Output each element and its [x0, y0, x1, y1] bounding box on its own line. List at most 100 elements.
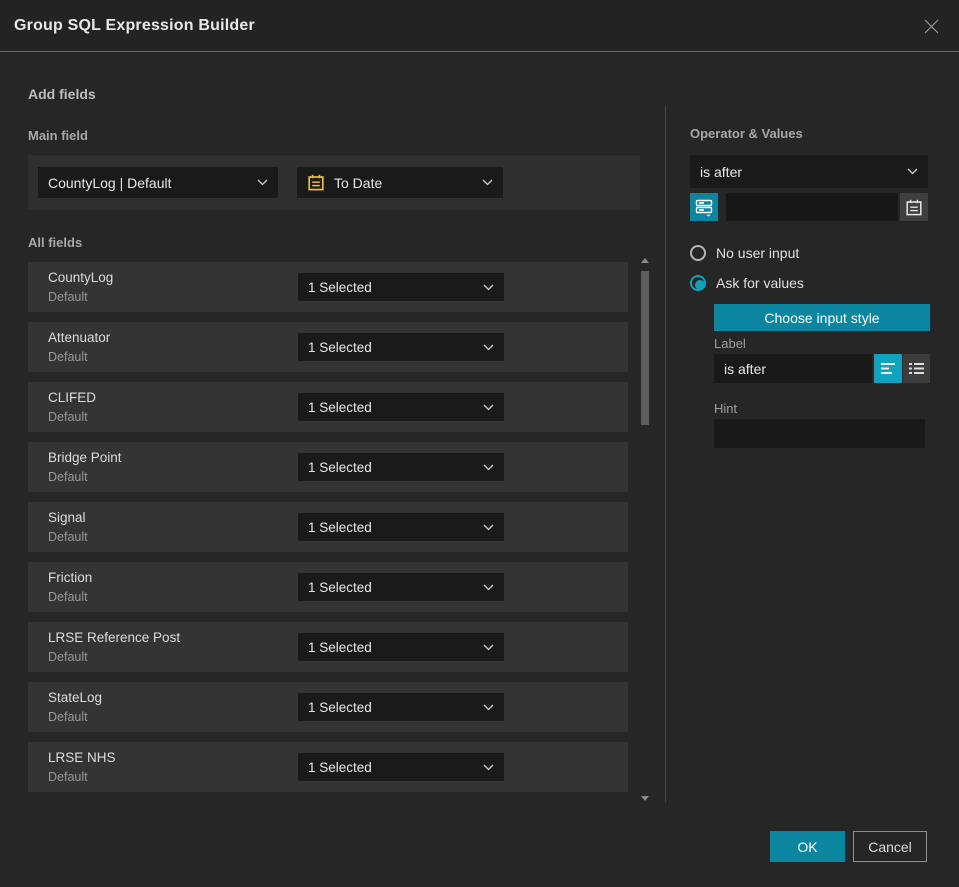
field-selected-dropdown[interactable]: 1 Selected [298, 753, 504, 781]
close-button[interactable] [921, 16, 941, 36]
input-type-button[interactable] [690, 193, 718, 221]
field-selected-value: 1 Selected [308, 759, 372, 775]
field-name: StateLog [48, 690, 103, 705]
chevron-down-icon [483, 344, 494, 351]
all-fields-list: CountyLog Default 1 Selected Attenuator … [28, 262, 628, 792]
field-selected-dropdown[interactable]: 1 Selected [298, 513, 504, 541]
field-row: StateLog Default 1 Selected [28, 682, 628, 732]
group-sql-expression-builder-dialog: Group SQL Expression Builder Add fields … [0, 0, 959, 887]
operator-values-heading: Operator & Values [690, 126, 803, 141]
radio-ask-for-values[interactable]: Ask for values [690, 275, 804, 291]
field-row: LRSE Reference Post Default 1 Selected [28, 622, 628, 672]
field-selected-value: 1 Selected [308, 399, 372, 415]
choose-input-style-button[interactable]: Choose input style [714, 304, 930, 331]
calendar-icon [906, 199, 922, 215]
field-row: Signal Default 1 Selected [28, 502, 628, 552]
field-selected-dropdown[interactable]: 1 Selected [298, 633, 504, 661]
field-subtitle: Default [48, 770, 88, 784]
chevron-down-icon [483, 464, 494, 471]
field-selected-dropdown[interactable]: 1 Selected [298, 273, 504, 301]
field-selected-value: 1 Selected [308, 519, 372, 535]
radio-circle-icon [690, 245, 706, 261]
field-selected-dropdown[interactable]: 1 Selected [298, 333, 504, 361]
close-icon [924, 19, 938, 33]
main-field-dropdown-value: CountyLog | Default [48, 174, 172, 191]
field-name: CLIFED [48, 390, 97, 405]
field-row: Bridge Point Default 1 Selected [28, 442, 628, 492]
calendar-icon [307, 173, 325, 192]
field-selected-value: 1 Selected [308, 579, 372, 595]
main-field-panel: CountyLog | Default To Date [28, 155, 640, 210]
field-subtitle: Default [48, 350, 88, 364]
value-calendar-button[interactable] [900, 193, 928, 221]
field-name: CountyLog [48, 270, 114, 285]
operator-dropdown-value: is after [700, 163, 743, 180]
dialog-title: Group SQL Expression Builder [14, 16, 255, 34]
ok-button[interactable]: OK [770, 831, 845, 862]
chevron-down-icon [483, 764, 494, 771]
input-type-icon [695, 199, 713, 217]
scrollbar-down-arrow[interactable] [640, 794, 650, 802]
list-style-button[interactable] [903, 354, 930, 383]
chevron-down-icon [482, 179, 493, 186]
radio-label: No user input [716, 245, 800, 261]
field-row: Friction Default 1 Selected [28, 562, 628, 612]
field-subtitle: Default [48, 530, 88, 544]
field-subtitle: Default [48, 590, 88, 604]
scrollbar-thumb[interactable] [641, 271, 649, 425]
main-field-label: Main field [28, 128, 88, 143]
hint-input[interactable] [714, 419, 925, 448]
field-name: Friction [48, 570, 93, 585]
field-name: Signal [48, 510, 86, 525]
field-selected-dropdown[interactable]: 1 Selected [298, 573, 504, 601]
field-subtitle: Default [48, 410, 88, 424]
field-subtitle: Default [48, 470, 88, 484]
radio-no-user-input[interactable]: No user input [690, 245, 799, 261]
field-selected-dropdown[interactable]: 1 Selected [298, 693, 504, 721]
list-icon [909, 363, 924, 374]
add-fields-heading: Add fields [28, 86, 96, 102]
field-selected-value: 1 Selected [308, 339, 372, 355]
all-fields-label: All fields [28, 235, 83, 250]
field-subtitle: Default [48, 710, 88, 724]
field-selected-value: 1 Selected [308, 699, 372, 715]
chevron-down-icon [257, 179, 268, 186]
dialog-header: Group SQL Expression Builder [0, 0, 959, 52]
operator-dropdown[interactable]: is after [690, 155, 928, 188]
field-selected-value: 1 Selected [308, 639, 372, 655]
field-name: Bridge Point [48, 450, 122, 465]
field-row: CLIFED Default 1 Selected [28, 382, 628, 432]
label-field-label: Label [714, 336, 746, 351]
cancel-button[interactable]: Cancel [853, 831, 927, 862]
field-row: Attenuator Default 1 Selected [28, 322, 628, 372]
main-field-dropdown[interactable]: CountyLog | Default [38, 167, 278, 198]
field-selected-value: 1 Selected [308, 279, 372, 295]
label-input[interactable] [714, 354, 872, 383]
field-row: LRSE NHS Default 1 Selected [28, 742, 628, 792]
field-selected-dropdown[interactable]: 1 Selected [298, 453, 504, 481]
list-scrollbar[interactable] [639, 256, 651, 802]
chevron-down-icon [483, 524, 494, 531]
chevron-down-icon [483, 584, 494, 591]
field-row: CountyLog Default 1 Selected [28, 262, 628, 312]
date-type-dropdown-value: To Date [334, 174, 383, 191]
chevron-down-icon [483, 704, 494, 711]
value-input[interactable] [726, 193, 898, 221]
field-selected-value: 1 Selected [308, 459, 372, 475]
radio-circle-icon [690, 275, 706, 291]
scrollbar-up-arrow[interactable] [640, 256, 650, 264]
field-selected-dropdown[interactable]: 1 Selected [298, 393, 504, 421]
chevron-down-icon [483, 404, 494, 411]
chevron-down-icon [483, 644, 494, 651]
field-name: LRSE NHS [48, 750, 116, 765]
chevron-down-icon [483, 284, 494, 291]
radio-label: Ask for values [716, 275, 804, 291]
field-subtitle: Default [48, 650, 88, 664]
date-type-dropdown[interactable]: To Date [297, 167, 503, 198]
align-left-icon [880, 363, 895, 374]
single-line-style-button[interactable] [874, 354, 902, 383]
field-name: LRSE Reference Post [48, 630, 181, 645]
chevron-down-icon [907, 168, 918, 175]
hint-field-label: Hint [714, 401, 738, 416]
field-subtitle: Default [48, 290, 88, 304]
